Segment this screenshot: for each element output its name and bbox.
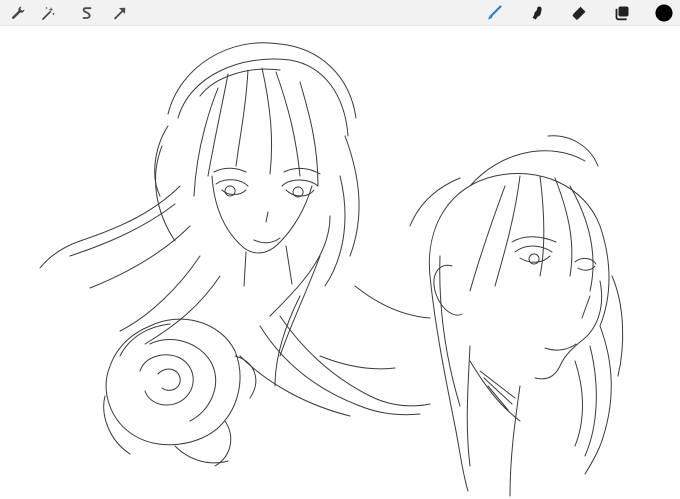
wrench-icon — [11, 6, 25, 20]
selection-s-icon — [82, 7, 92, 19]
color-button[interactable] — [654, 3, 674, 23]
brush-icon — [488, 5, 502, 20]
adjustments-button[interactable] — [38, 3, 58, 23]
actions-button[interactable] — [8, 3, 28, 23]
smudge-finger-icon — [532, 6, 542, 20]
smudge-button[interactable] — [527, 3, 547, 23]
eraser-button[interactable] — [569, 3, 589, 23]
color-swatch-icon — [655, 4, 673, 22]
sketch-artwork — [39, 42, 624, 497]
layers-button[interactable] — [612, 3, 632, 23]
layers-icon — [615, 6, 629, 21]
magic-wand-icon — [42, 7, 55, 20]
arrow-cursor-icon — [114, 7, 126, 20]
transform-button[interactable] — [110, 3, 130, 23]
brush-button[interactable] — [484, 3, 504, 23]
selection-button[interactable] — [77, 3, 97, 23]
top-toolbar — [0, 0, 680, 26]
eraser-icon — [572, 6, 586, 20]
drawing-canvas[interactable] — [0, 26, 680, 499]
